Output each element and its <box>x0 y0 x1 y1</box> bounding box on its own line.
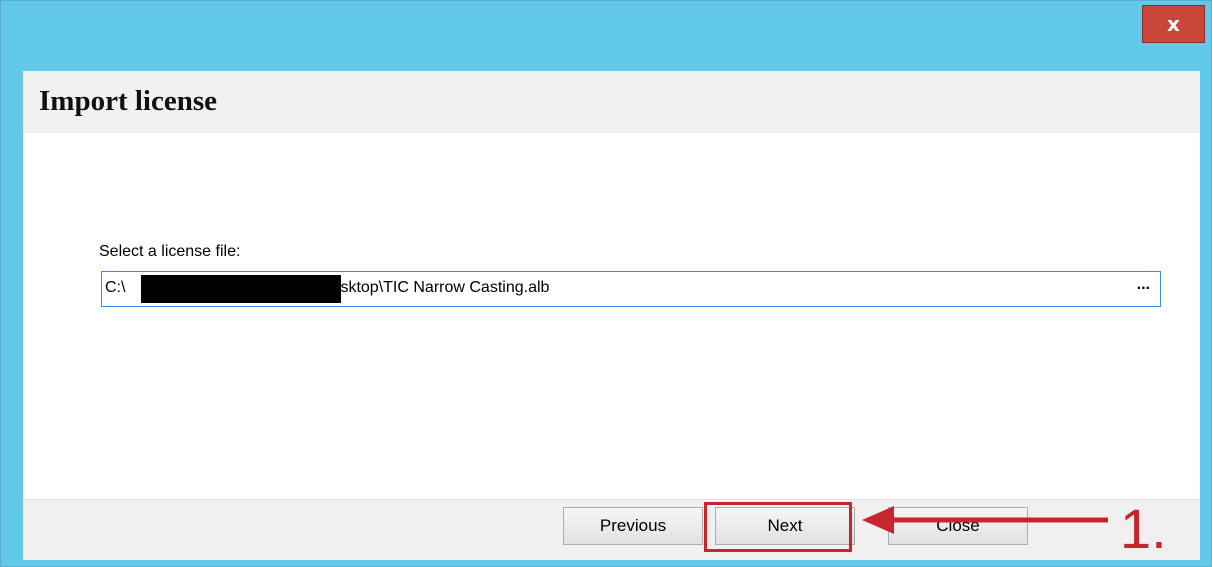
license-file-label: Select a license file: <box>99 243 241 260</box>
redacted-path-segment <box>141 275 341 303</box>
path-rest: Desktop\TIC Narrow Casting.alb <box>320 279 550 296</box>
step-number-annotation: 1. <box>1120 497 1167 560</box>
dialog-window: x Import license Select a license file: … <box>0 0 1212 567</box>
window-close-button[interactable]: x <box>1142 5 1205 43</box>
browse-button[interactable]: ... <box>1137 276 1150 294</box>
dialog-content: Select a license file: C:\ Desktop\TIC N… <box>23 133 1200 499</box>
dialog-header: Import license <box>23 71 1200 133</box>
next-highlight-box <box>704 502 852 552</box>
path-drive: C:\ <box>105 279 126 296</box>
annotation-arrow-icon <box>862 506 1108 534</box>
page-title: Import license <box>39 85 217 117</box>
license-file-input[interactable]: C:\ Desktop\TIC Narrow Casting.alb ... <box>101 271 1161 307</box>
previous-button[interactable]: Previous <box>563 507 703 545</box>
